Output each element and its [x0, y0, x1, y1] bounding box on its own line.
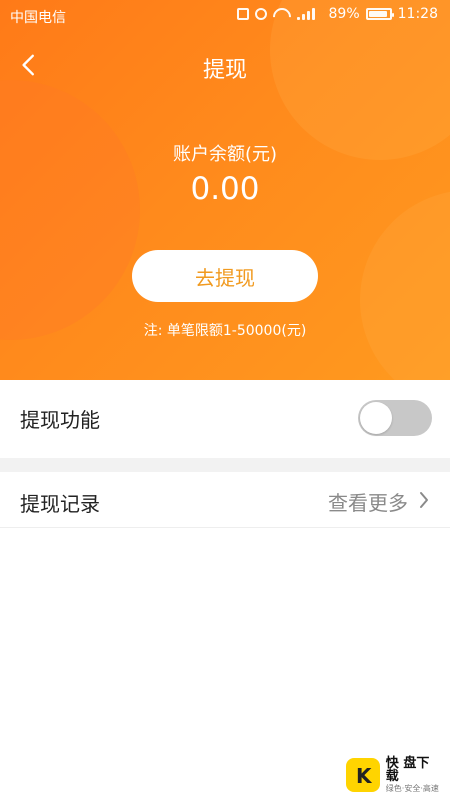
withdraw-feature-row[interactable]: 提现功能 — [0, 380, 450, 458]
carrier-text: 中国电信 — [10, 10, 66, 26]
alarm-icon — [254, 8, 267, 20]
header-banner: 中国电信 89% 11:28 提现 账户余额(元) 0.00 去提现 注: 单笔… — [0, 0, 450, 380]
withdraw-feature-toggle[interactable] — [358, 400, 432, 436]
view-more-link[interactable]: 查看更多 — [328, 487, 408, 516]
watermark-text: 快 盘下载 绿色·安全·高速 — [386, 757, 442, 793]
withdraw-button[interactable]: 去提现 — [132, 250, 318, 302]
withdraw-records-row[interactable]: 提现记录 查看更多 — [0, 472, 450, 528]
decorative-circle — [0, 80, 140, 340]
time: 11:28 — [397, 6, 438, 22]
status-bar: 中国电信 89% 11:28 — [0, 0, 450, 32]
vibrate-icon — [236, 8, 249, 20]
balance-label: 账户余额(元) — [172, 144, 278, 165]
watermark: 快 盘下载 绿色·安全·高速 — [346, 757, 442, 793]
decorative-circle — [360, 190, 450, 380]
toggle-knob — [360, 402, 392, 434]
battery-percent: 89% — [328, 6, 360, 22]
page-title: 提现 — [202, 58, 247, 83]
section-divider — [0, 458, 450, 472]
wifi-icon — [273, 8, 291, 20]
withdraw-records-label: 提现记录 — [20, 492, 100, 516]
withdraw-feature-label: 提现功能 — [20, 408, 100, 432]
watermark-title: 快 盘下载 — [385, 756, 430, 784]
status-icons: 89% 11:28 — [236, 6, 438, 22]
withdraw-limit-note: 注: 单笔限额1-50000(元) — [143, 323, 307, 339]
chevron-right-icon — [420, 492, 428, 508]
watermark-subtitle: 绿色·安全·高速 — [385, 784, 439, 793]
watermark-logo-icon — [346, 758, 380, 792]
signal-icon — [296, 8, 323, 20]
battery-icon — [365, 8, 394, 20]
balance-value: 0.00 — [190, 171, 260, 207]
